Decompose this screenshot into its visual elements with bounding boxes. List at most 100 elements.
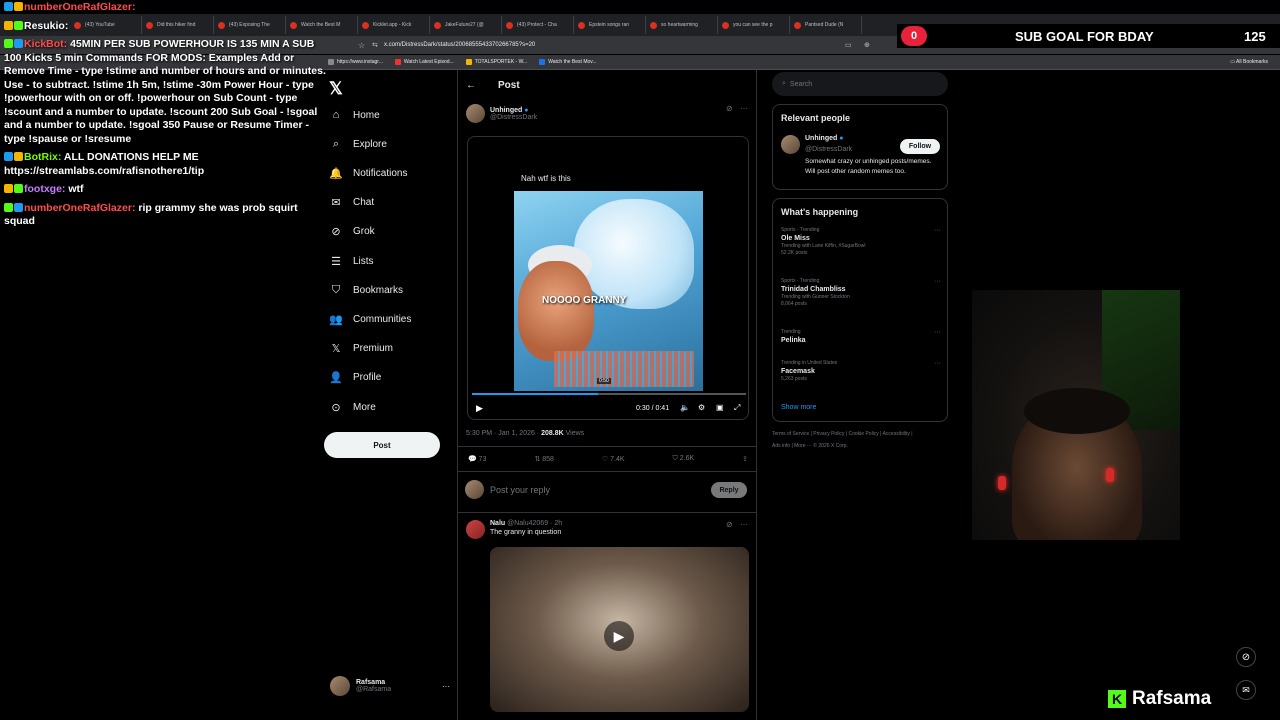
reply-input[interactable]: Post your reply — [490, 485, 550, 495]
back-arrow-icon[interactable]: ← — [466, 80, 476, 91]
share-icon[interactable]: ⇪ — [742, 455, 748, 463]
bookmark-action[interactable]: ⛉ 2.6K — [673, 455, 695, 463]
more-dots-icon[interactable]: ··· — [934, 278, 941, 285]
search-box[interactable]: ⌕ Search — [772, 72, 948, 96]
avatar — [330, 676, 350, 696]
nav-item-more[interactable]: ⊙ More — [329, 400, 375, 414]
all-bookmarks-button[interactable]: ▭ All Bookmarks — [1230, 59, 1268, 65]
chat-message: KickBot: 45MIN PER SUB POWERHOUR IS 135 … — [0, 37, 334, 150]
tab-favicon-icon — [650, 21, 657, 29]
nav-item-explore[interactable]: ⌕ Explore — [329, 137, 387, 151]
account-handle: @Rafsama — [356, 686, 392, 693]
chat-badge-icon — [4, 2, 13, 11]
post-button[interactable]: Post — [324, 432, 440, 458]
nav-item-profile[interactable]: 👤 Profile — [329, 371, 381, 385]
bookmark-item[interactable]: Watch Latest Episod... — [394, 59, 454, 65]
like-action[interactable]: ♡ 7.4K — [602, 455, 625, 463]
show-more-link[interactable]: Show more — [781, 404, 816, 411]
more-dots-icon[interactable]: ··· — [934, 329, 941, 336]
fullscreen-icon[interactable]: ⤢ — [734, 403, 740, 413]
more-dots-icon[interactable]: ··· — [740, 520, 748, 529]
repost-action[interactable]: ⇅ 858 — [534, 455, 554, 463]
bookmark-item[interactable]: https://www.instagr... — [328, 59, 383, 65]
stream-chat-overlay: numberOneRafGlazer: Resukio: KickBot: 45… — [0, 0, 334, 233]
comment-icon: 💬 — [468, 456, 477, 463]
more-dots-icon[interactable]: ··· — [934, 360, 941, 367]
card-title: What's happening — [781, 207, 859, 217]
browser-tab[interactable]: Pantsed Dude (N — [790, 16, 862, 34]
chat-message: numberOneRafGlazer: rip grammy she was p… — [0, 201, 334, 233]
author-name[interactable]: Unhinged — [490, 107, 522, 114]
nav-item-notifications[interactable]: 🔔 Notifications — [329, 166, 407, 180]
nav-item-grok[interactable]: ⊘ Grok — [329, 225, 374, 239]
premium-icon: 𝕏 — [331, 343, 341, 356]
tab-label: Epstein songs ran — [589, 22, 630, 28]
site-info-icon[interactable]: ⇆ — [372, 41, 378, 49]
browser-tab[interactable]: you can see the p — [718, 16, 790, 34]
reply-video[interactable]: ▶ — [490, 547, 749, 712]
video-progress-fill — [472, 393, 599, 395]
grok-icon[interactable]: ⊘ — [726, 104, 733, 113]
settings-icon[interactable]: ⚙ — [698, 403, 705, 412]
nav-item-premium[interactable]: 𝕏 Premium — [329, 342, 393, 356]
chat-username: BotRix: — [24, 151, 62, 163]
chat-badge-icon — [14, 202, 23, 212]
reply-author-name[interactable]: Nalu — [490, 520, 505, 527]
trend-item[interactable]: Sports · Trending Trinidad Chambliss Trend… — [781, 278, 941, 308]
nav-item-chat[interactable]: ✉ Chat — [329, 196, 374, 210]
video-player[interactable]: Nah wtf is this NOOOO GRANNY 0:50 ▶ 0:30… — [467, 136, 749, 420]
trend-item[interactable]: Sports · Trending Ole Miss Trending with L… — [781, 227, 941, 257]
follow-button[interactable]: Follow — [900, 139, 940, 154]
nav-item-lists[interactable]: ☰ Lists — [329, 254, 374, 268]
play-icon[interactable]: ▶ — [476, 403, 483, 414]
zoom-icon[interactable]: ⊕ — [864, 41, 870, 49]
bookmark-item[interactable]: Watch the Best Mov... — [539, 59, 597, 65]
chat-badge-icon — [14, 152, 23, 161]
volume-icon[interactable]: 🔈 — [680, 403, 690, 412]
footer-links[interactable]: Terms of Service | Privacy Policy | Cook… — [772, 428, 922, 452]
tab-favicon-icon — [506, 21, 513, 29]
bookmark-item[interactable]: TOTALSPORTEK - W... — [465, 59, 527, 65]
browser-tab[interactable]: so heartwarming — [646, 16, 718, 34]
trend-name: Trinidad Chambliss — [781, 286, 846, 293]
account-switcher[interactable]: Rafsama @Rafsama ··· — [330, 676, 450, 696]
nav-item-home[interactable]: ⌂ Home — [329, 108, 380, 122]
reply-action[interactable]: 💬 73 — [468, 455, 486, 463]
trend-item[interactable]: Trending Pelinka ··· — [781, 329, 941, 345]
trend-cat: Trending — [781, 329, 801, 335]
more-dots-icon[interactable]: ··· — [740, 104, 748, 113]
nav-item-bookmarks[interactable]: ⛉ Bookmarks — [329, 283, 403, 297]
reply-author-avatar[interactable] — [466, 520, 485, 539]
reply-button[interactable]: Reply — [711, 482, 747, 498]
chat-badge-icon — [4, 20, 13, 30]
trend-item[interactable]: Trending in United States Facemask 5,263 p… — [781, 360, 941, 383]
browser-tab[interactable]: Kicklet.app - Kick — [358, 16, 430, 34]
avatar[interactable] — [781, 135, 800, 154]
search-input[interactable]: Search — [790, 81, 812, 88]
grok-icon[interactable]: ⊘ — [726, 520, 733, 529]
browser-tab[interactable]: JakeFuture27 (@ — [430, 16, 502, 34]
url-text[interactable]: x.com/DistressDark/status/20068555433702… — [384, 42, 535, 48]
more-dots-icon[interactable]: ··· — [934, 227, 941, 234]
chat-message: Resukio: — [0, 19, 334, 38]
browser-tab[interactable]: (43) Protect - Cha — [502, 16, 574, 34]
chat-text: wtf — [68, 183, 84, 195]
browser-tab[interactable]: Epstein songs ran — [574, 16, 646, 34]
person-name[interactable]: Unhinged — [805, 135, 837, 142]
play-icon[interactable]: ▶ — [604, 621, 634, 651]
bookmark-star-icon[interactable]: ☆ — [358, 41, 365, 50]
person-handle[interactable]: @DistressDark — [805, 146, 852, 153]
bookmarks-icon: ⛉ — [331, 283, 341, 296]
trend-count: 8,064 posts — [781, 301, 807, 307]
nav-label: Chat — [353, 197, 375, 209]
author-avatar[interactable] — [466, 104, 485, 123]
author-handle[interactable]: @DistressDark — [490, 114, 537, 121]
cast-icon[interactable]: ▭ — [845, 41, 852, 49]
nav-item-communities[interactable]: 👥 Communities — [329, 312, 411, 326]
chat-badge-icon — [14, 39, 23, 48]
video-progress-track[interactable] — [472, 393, 746, 395]
messages-icon[interactable]: ✉ — [1236, 680, 1256, 700]
grok-icon[interactable]: ⊘ — [1236, 647, 1256, 667]
reply-author-handle[interactable]: @Nalu42069 · 2h — [507, 520, 562, 527]
pip-icon[interactable]: ▣ — [716, 403, 724, 412]
